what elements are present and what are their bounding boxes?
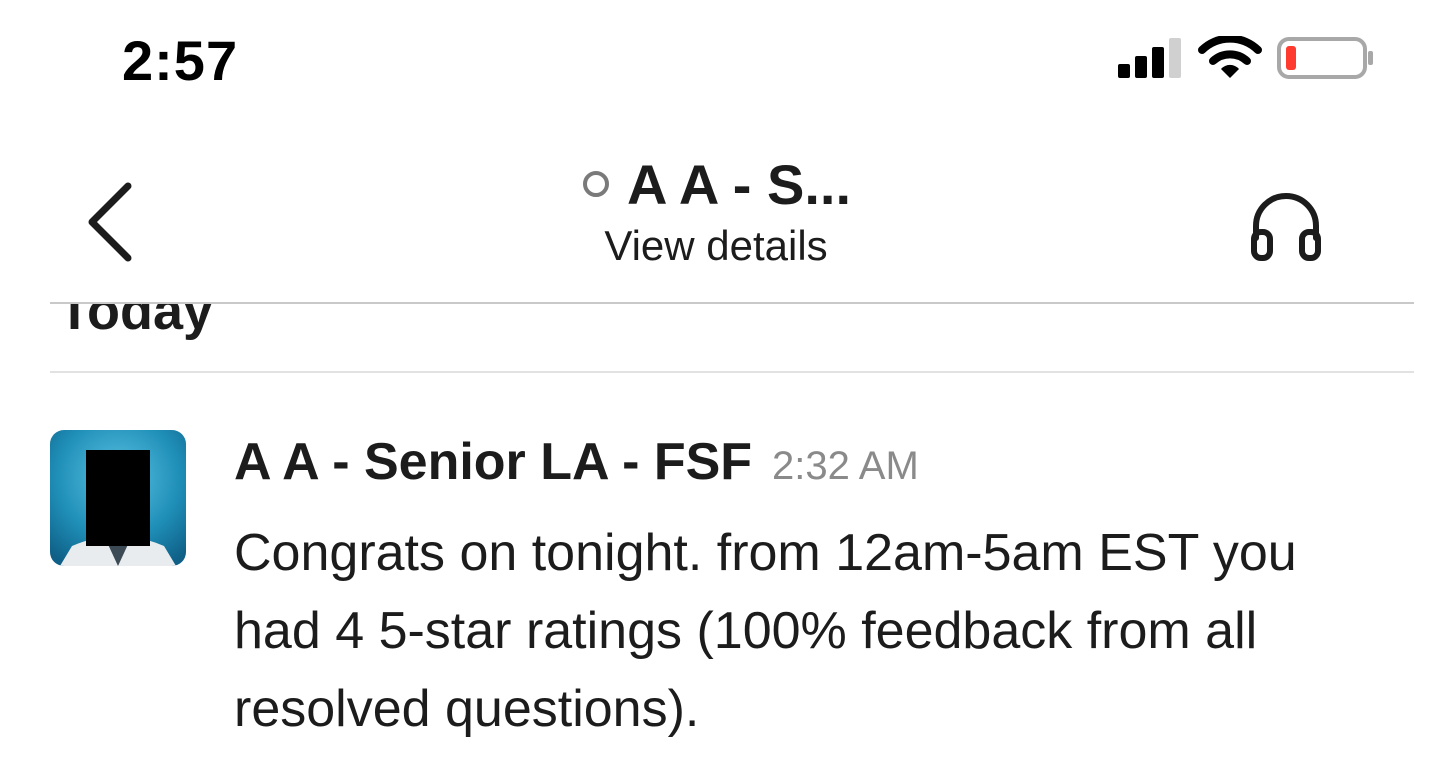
- conversation-title: A A - S...: [627, 152, 851, 217]
- title-line: A A - S...: [380, 148, 1052, 220]
- conversation-title-text: A A - S...: [627, 152, 851, 216]
- sender-avatar[interactable]: [50, 430, 186, 566]
- chat-screen: 2:57 A A - S... View details Today A A -…: [0, 0, 1432, 780]
- message-timestamp: 2:32 AM: [772, 444, 919, 488]
- sender-name[interactable]: A A - Senior LA - FSF: [234, 432, 752, 492]
- conversation-title-block[interactable]: A A - S... View details: [380, 148, 1052, 270]
- header-divider: [50, 302, 1414, 304]
- message-item[interactable]: A A - Senior LA - FSF 2:32 AM Congrats o…: [50, 428, 1400, 780]
- back-chevron-icon[interactable]: [70, 172, 150, 272]
- cellular-signal-icon: [1118, 38, 1181, 78]
- message-text: Congrats on tonight. from 12am-5am EST y…: [234, 524, 1297, 738]
- presence-circle-icon: [583, 171, 609, 197]
- status-time: 2:57: [122, 29, 239, 92]
- day-divider-line: [50, 371, 1414, 373]
- headphones-icon[interactable]: [1244, 184, 1328, 268]
- battery-low-icon: [1277, 37, 1373, 79]
- view-details-link[interactable]: View details: [380, 222, 1052, 270]
- wifi-icon: [1198, 36, 1262, 78]
- conversation-header: A A - S... View details: [0, 100, 1432, 304]
- message-header: A A - Senior LA - FSF 2:32 AM: [234, 432, 919, 492]
- status-bar: 2:57: [0, 0, 1432, 100]
